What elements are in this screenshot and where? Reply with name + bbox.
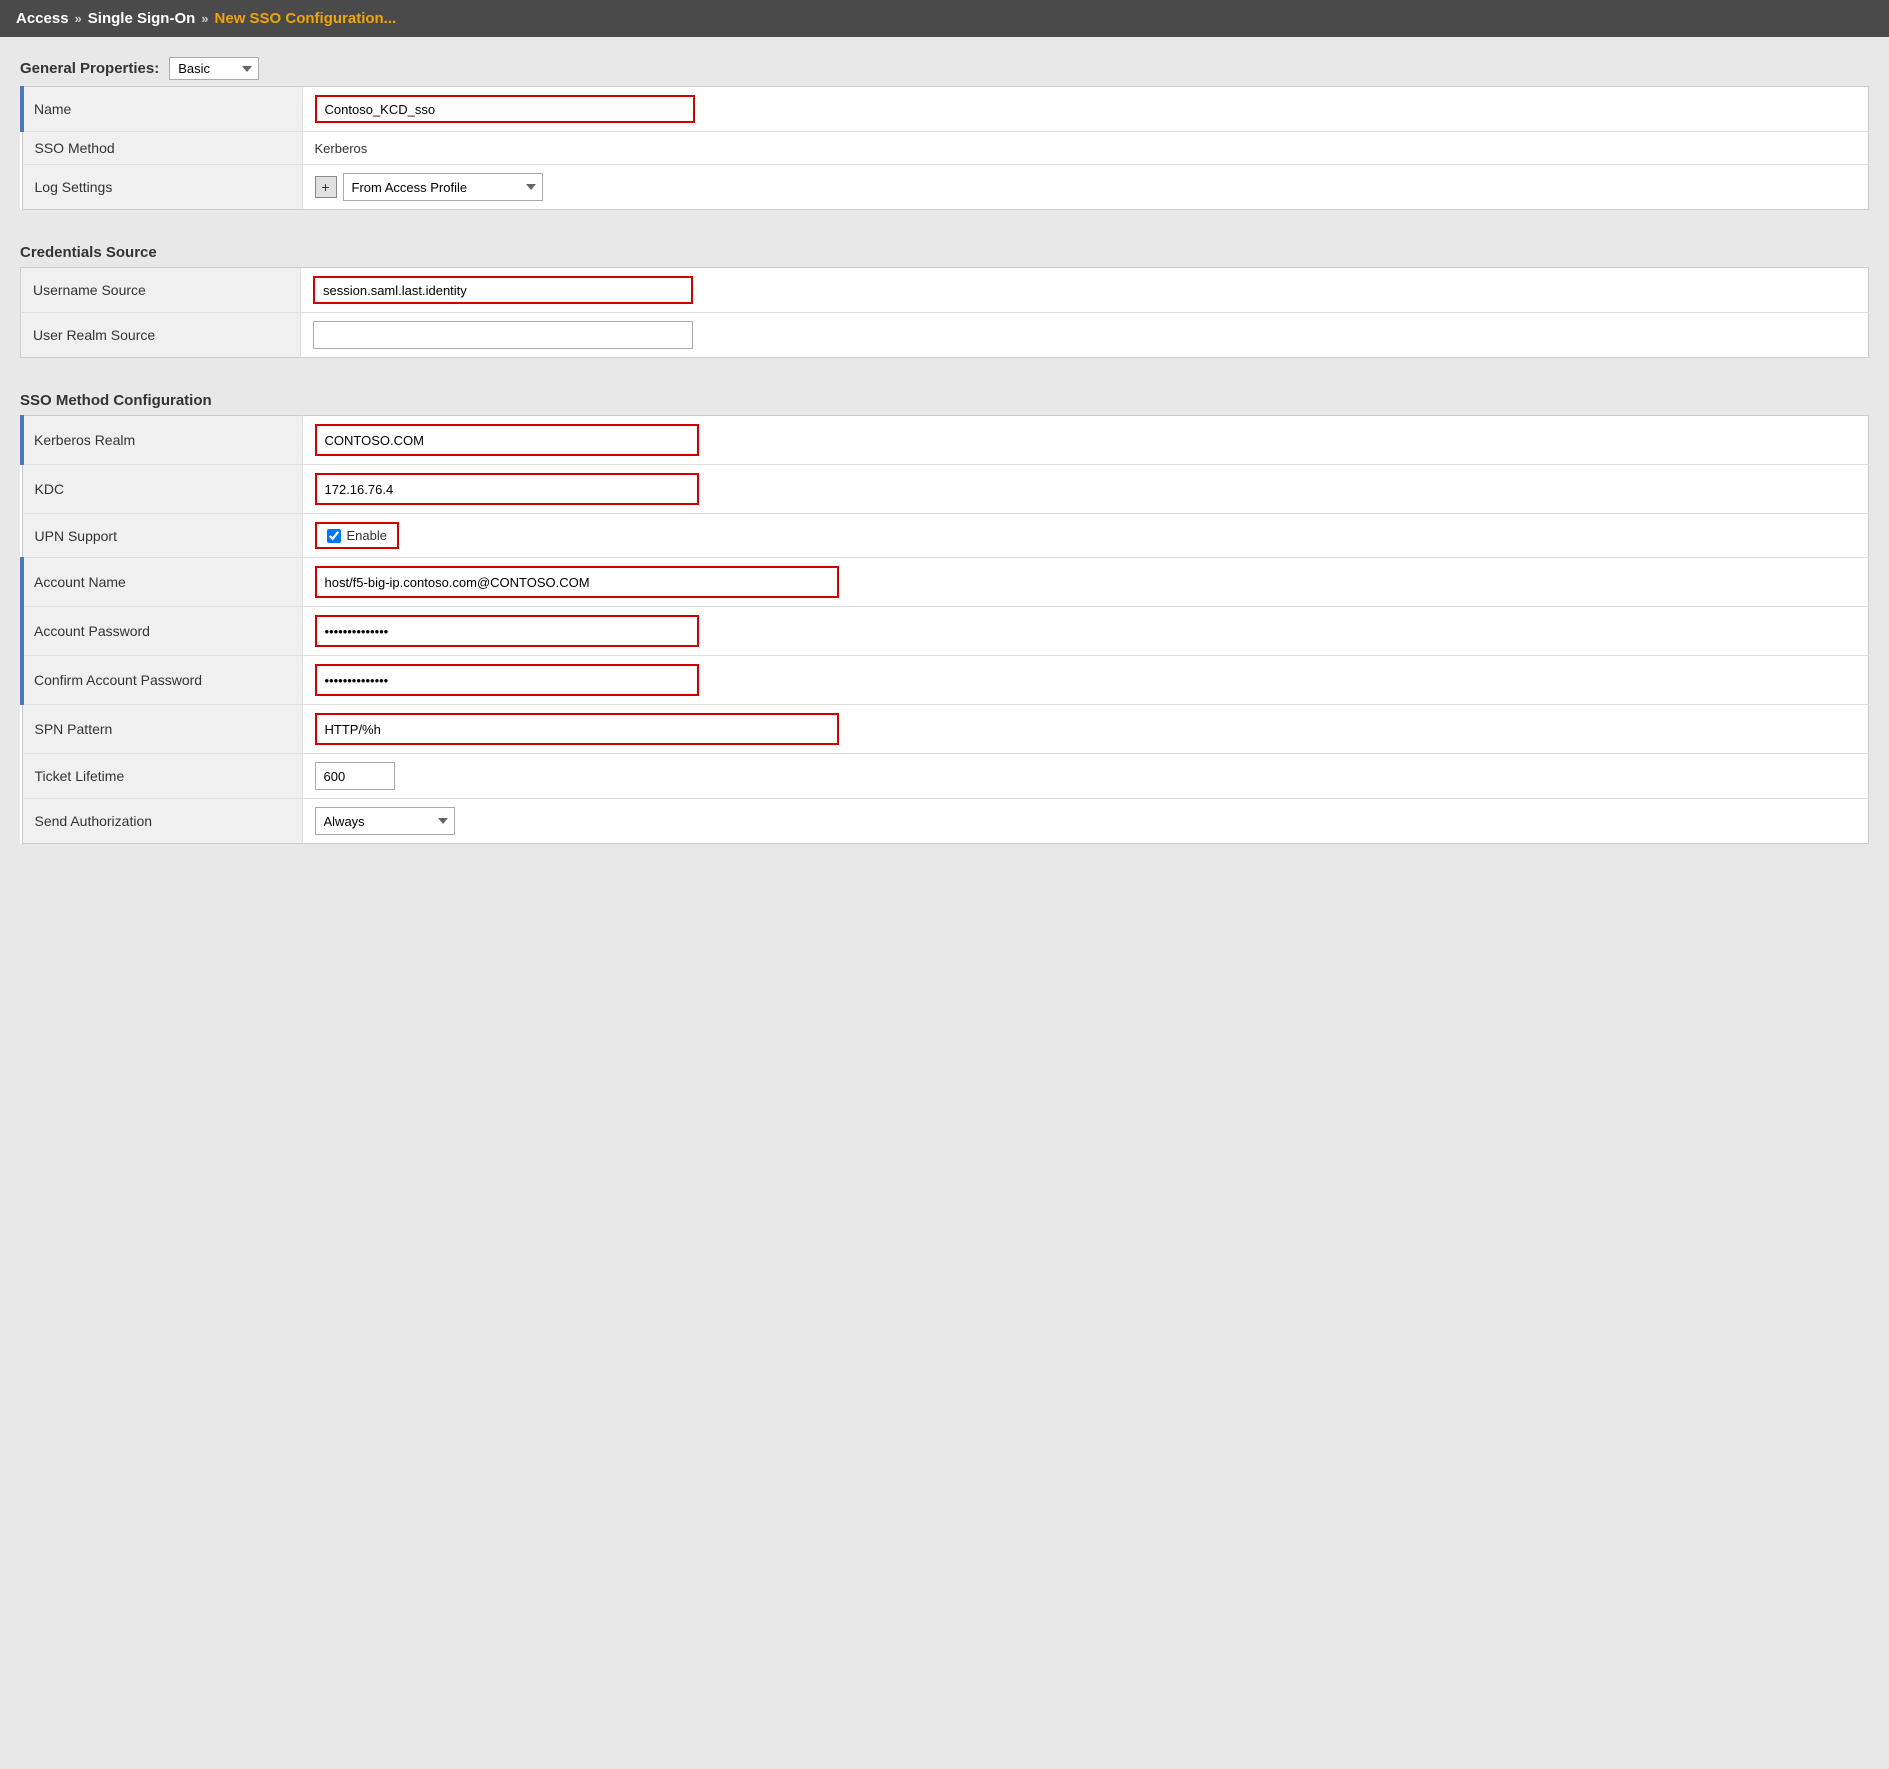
- log-settings-row: Log Settings + From Access Profile None …: [22, 165, 1869, 210]
- sso-method-config-header: SSO Method Configuration: [20, 392, 1869, 409]
- account-name-input[interactable]: [317, 568, 837, 596]
- breadcrumb-sso: Single Sign-On: [88, 10, 196, 27]
- name-label: Name: [22, 87, 302, 132]
- kerberos-realm-row: Kerberos Realm: [22, 416, 1869, 465]
- spn-pattern-label: SPN Pattern: [22, 705, 302, 754]
- username-source-row: Username Source: [21, 268, 1869, 313]
- confirm-account-password-input[interactable]: [317, 666, 697, 694]
- confirm-account-password-row: Confirm Account Password: [22, 656, 1869, 705]
- sso-method-label: SSO Method: [22, 132, 302, 165]
- account-name-row: Account Name: [22, 558, 1869, 607]
- kerberos-realm-input[interactable]: [317, 426, 697, 454]
- send-authorization-row: Send Authorization Always On 401 Never: [22, 799, 1869, 844]
- breadcrumb-current: New SSO Configuration...: [215, 10, 397, 27]
- credentials-source-table: Username Source User Realm Source: [20, 267, 1869, 358]
- sso-method-value-cell: Kerberos: [302, 132, 1869, 165]
- user-realm-source-row: User Realm Source: [21, 313, 1869, 358]
- general-properties-title: General Properties:: [20, 60, 159, 77]
- credentials-source-header: Credentials Source: [20, 244, 1869, 261]
- log-settings-add-button[interactable]: +: [315, 176, 337, 198]
- breadcrumb-sep2: »: [201, 11, 208, 26]
- username-source-input[interactable]: [313, 276, 693, 304]
- user-realm-source-input[interactable]: [313, 321, 693, 349]
- account-password-cell: [302, 607, 1869, 656]
- sso-method-value: Kerberos: [315, 141, 368, 156]
- kdc-label: KDC: [22, 465, 302, 514]
- ticket-lifetime-label: Ticket Lifetime: [22, 754, 302, 799]
- view-select[interactable]: Basic Advanced: [169, 57, 259, 80]
- spn-pattern-cell: [302, 705, 1869, 754]
- log-settings-label: Log Settings: [22, 165, 302, 210]
- log-settings-select[interactable]: From Access Profile None Default: [343, 173, 543, 201]
- kdc-row: KDC: [22, 465, 1869, 514]
- log-settings-cell: + From Access Profile None Default: [302, 165, 1869, 210]
- breadcrumb-access: Access: [16, 10, 69, 27]
- send-authorization-label: Send Authorization: [22, 799, 302, 844]
- account-password-label: Account Password: [22, 607, 302, 656]
- breadcrumb-sep1: »: [75, 11, 82, 26]
- upn-enable-text: Enable: [347, 528, 387, 543]
- upn-enable-label[interactable]: Enable: [327, 528, 387, 543]
- kdc-cell: [302, 465, 1869, 514]
- ticket-lifetime-cell: [302, 754, 1869, 799]
- send-authorization-select[interactable]: Always On 401 Never: [315, 807, 455, 835]
- top-navigation-bar: Access » Single Sign-On » New SSO Config…: [0, 0, 1889, 37]
- kerberos-realm-label: Kerberos Realm: [22, 416, 302, 465]
- username-source-cell: [301, 268, 1869, 313]
- spn-pattern-row: SPN Pattern: [22, 705, 1869, 754]
- general-properties-table: Name SSO Method Kerberos Log Settings + …: [20, 86, 1869, 210]
- account-name-cell: [302, 558, 1869, 607]
- account-name-label: Account Name: [22, 558, 302, 607]
- name-input[interactable]: [315, 95, 695, 123]
- account-password-input[interactable]: [317, 617, 697, 645]
- user-realm-source-label: User Realm Source: [21, 313, 301, 358]
- spn-pattern-input[interactable]: [317, 715, 837, 743]
- name-row: Name: [22, 87, 1869, 132]
- upn-support-row: UPN Support Enable: [22, 514, 1869, 558]
- confirm-account-password-cell: [302, 656, 1869, 705]
- ticket-lifetime-row: Ticket Lifetime: [22, 754, 1869, 799]
- upn-enable-checkbox[interactable]: [327, 529, 341, 543]
- account-password-row: Account Password: [22, 607, 1869, 656]
- name-cell: [302, 87, 1869, 132]
- user-realm-source-cell: [301, 313, 1869, 358]
- main-content: General Properties: Basic Advanced Name …: [0, 37, 1889, 864]
- sso-method-config-table: Kerberos Realm KDC UPN Support: [20, 415, 1869, 844]
- kerberos-realm-cell: [302, 416, 1869, 465]
- upn-support-cell: Enable: [302, 514, 1869, 558]
- sso-method-row: SSO Method Kerberos: [22, 132, 1869, 165]
- ticket-lifetime-input[interactable]: [315, 762, 395, 790]
- upn-support-label: UPN Support: [22, 514, 302, 558]
- credentials-source-title: Credentials Source: [20, 244, 157, 261]
- send-authorization-cell: Always On 401 Never: [302, 799, 1869, 844]
- username-source-label: Username Source: [21, 268, 301, 313]
- log-settings-controls: + From Access Profile None Default: [315, 173, 1857, 201]
- confirm-account-password-label: Confirm Account Password: [22, 656, 302, 705]
- kdc-input[interactable]: [317, 475, 697, 503]
- general-properties-header: General Properties: Basic Advanced: [20, 57, 1869, 80]
- sso-method-config-title: SSO Method Configuration: [20, 392, 212, 409]
